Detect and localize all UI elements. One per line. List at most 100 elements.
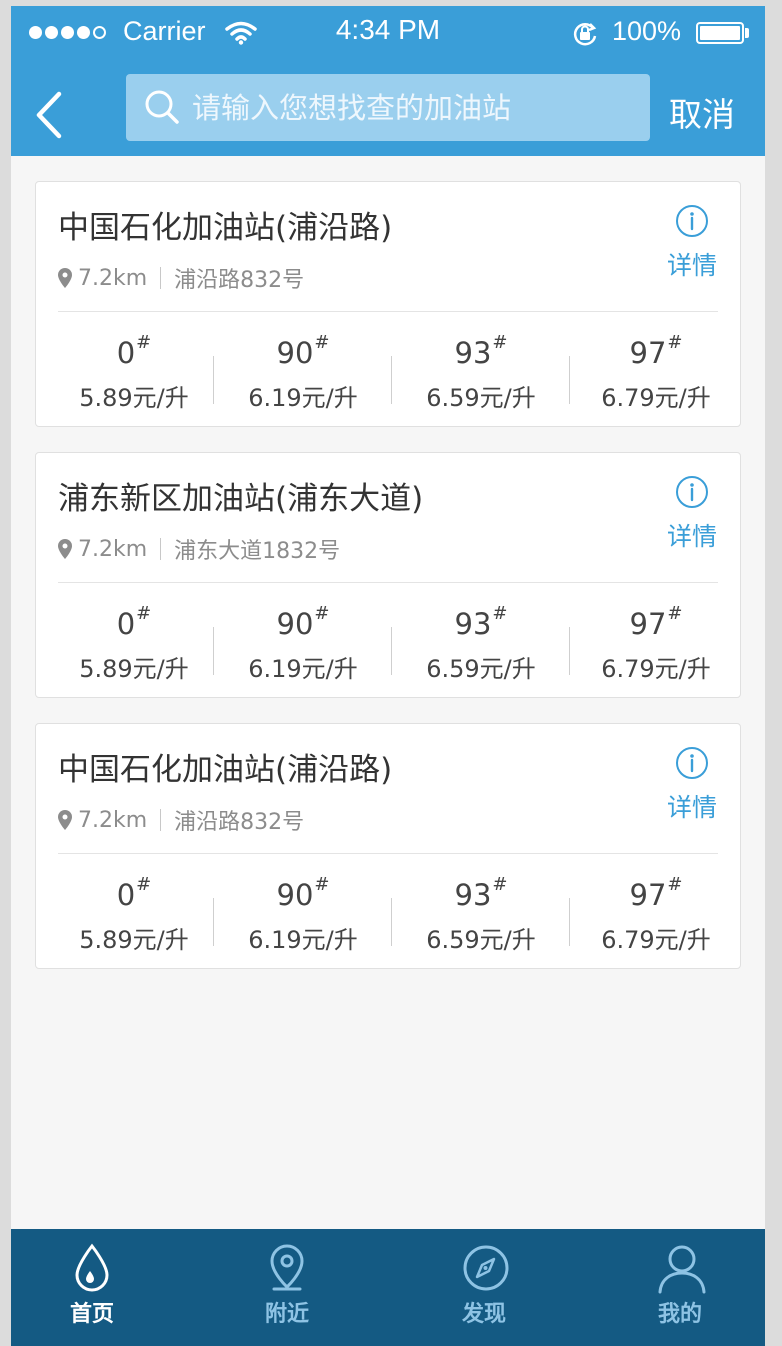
grade-mark: # bbox=[492, 603, 508, 625]
tab-label: 我的 bbox=[657, 1302, 702, 1327]
grade-mark: # bbox=[667, 874, 683, 896]
fuel-price-item: 0# 5.89元/升 bbox=[54, 583, 214, 699]
fuel-price: 6.19元/升 bbox=[248, 384, 358, 412]
station-card[interactable]: 中国石化加油站(浦沿路) 7.2km 浦沿路832号 详情 0# 5.89元/升 bbox=[35, 181, 741, 427]
user-icon bbox=[658, 1245, 706, 1294]
fuel-price: 6.59元/升 bbox=[426, 384, 536, 412]
station-name: 中国石化加油站(浦沿路) bbox=[58, 210, 393, 246]
grade-mark: # bbox=[136, 874, 152, 896]
fuel-grade: 90# bbox=[276, 332, 330, 370]
station-distance: 7.2km bbox=[78, 265, 148, 291]
detail-button[interactable]: 详情 bbox=[664, 475, 720, 553]
fuel-price: 6.59元/升 bbox=[426, 926, 536, 954]
fuel-grade: 97# bbox=[629, 332, 683, 370]
fuel-price-row: 0# 5.89元/升 90# 6.19元/升 93# 6.59元/升 97# 6… bbox=[36, 583, 742, 699]
fuel-grade: 93# bbox=[454, 874, 508, 912]
fuel-price-item: 93# 6.59元/升 bbox=[392, 854, 570, 970]
drop-icon bbox=[75, 1243, 109, 1292]
grade-mark: # bbox=[492, 874, 508, 896]
detail-label: 详情 bbox=[666, 522, 717, 551]
fuel-price-item: 90# 6.19元/升 bbox=[214, 583, 392, 699]
meta-separator bbox=[160, 267, 162, 289]
station-meta: 7.2km 浦沿路832号 bbox=[58, 262, 304, 294]
info-icon bbox=[676, 747, 708, 779]
back-icon[interactable] bbox=[31, 90, 71, 140]
fuel-price-item: 93# 6.59元/升 bbox=[392, 312, 570, 428]
rotation-lock-icon bbox=[573, 23, 597, 46]
cancel-button[interactable]: 取消 bbox=[669, 88, 735, 136]
meta-separator bbox=[160, 538, 162, 560]
location-pin-icon bbox=[58, 268, 72, 288]
grade-mark: # bbox=[492, 332, 508, 354]
battery-icon bbox=[696, 22, 744, 44]
fuel-price-row: 0# 5.89元/升 90# 6.19元/升 93# 6.59元/升 97# 6… bbox=[36, 854, 742, 970]
info-icon bbox=[676, 205, 708, 237]
station-distance: 7.2km bbox=[78, 807, 148, 833]
grade-mark: # bbox=[314, 603, 330, 625]
fuel-grade: 97# bbox=[629, 874, 683, 912]
meta-separator bbox=[160, 809, 162, 831]
station-address: 浦沿路832号 bbox=[174, 268, 305, 293]
header-bar: Carrier 4:34 PM 100% 请输入您想找查的加油站 取消 bbox=[11, 6, 765, 156]
fuel-price: 6.79元/升 bbox=[601, 926, 711, 954]
grade-mark: # bbox=[136, 332, 152, 354]
fuel-grade: 90# bbox=[276, 874, 330, 912]
detail-label: 详情 bbox=[666, 251, 717, 280]
tab-home[interactable]: 首页 bbox=[32, 1229, 152, 1346]
grade-mark: # bbox=[667, 332, 683, 354]
fuel-grade: 90# bbox=[276, 603, 330, 641]
detail-button[interactable]: 详情 bbox=[664, 746, 720, 824]
detail-button[interactable]: 详情 bbox=[664, 204, 720, 282]
fuel-price: 5.89元/升 bbox=[79, 384, 189, 412]
search-icon bbox=[145, 90, 179, 124]
battery-tip bbox=[745, 28, 749, 38]
fuel-price-item: 90# 6.19元/升 bbox=[214, 312, 392, 428]
grade-mark: # bbox=[314, 332, 330, 354]
fuel-grade: 93# bbox=[454, 603, 508, 641]
info-icon bbox=[676, 476, 708, 508]
fuel-price: 6.19元/升 bbox=[248, 655, 358, 683]
compass-icon bbox=[463, 1245, 509, 1291]
search-bar[interactable] bbox=[126, 74, 650, 141]
status-bar: Carrier 4:34 PM 100% bbox=[11, 6, 765, 62]
fuel-grade: 0# bbox=[116, 332, 152, 370]
fuel-price-item: 97# 6.79元/升 bbox=[570, 312, 742, 428]
fuel-price: 6.79元/升 bbox=[601, 655, 711, 683]
station-card[interactable]: 浦东新区加油站(浦东大道) 7.2km 浦东大道1832号 详情 0# 5.89… bbox=[35, 452, 741, 698]
fuel-price-item: 93# 6.59元/升 bbox=[392, 583, 570, 699]
fuel-grade: 97# bbox=[629, 603, 683, 641]
fuel-price-item: 90# 6.19元/升 bbox=[214, 854, 392, 970]
fuel-price-row: 0# 5.89元/升 90# 6.19元/升 93# 6.59元/升 97# 6… bbox=[36, 312, 742, 428]
station-meta: 7.2km 浦沿路832号 bbox=[58, 804, 304, 836]
app-screen: Carrier 4:34 PM 100% 请输入您想找查的加油站 取消 中国石化… bbox=[11, 6, 765, 1346]
fuel-price: 6.19元/升 bbox=[248, 926, 358, 954]
tab-bar: 首页 附近 发现 我的 bbox=[11, 1229, 765, 1346]
search-input[interactable] bbox=[192, 74, 632, 141]
fuel-price: 5.89元/升 bbox=[79, 655, 189, 683]
fuel-price-item: 97# 6.79元/升 bbox=[570, 854, 742, 970]
station-name: 中国石化加油站(浦沿路) bbox=[58, 752, 393, 788]
fuel-grade: 0# bbox=[116, 874, 152, 912]
tab-discover[interactable]: 发现 bbox=[424, 1229, 544, 1346]
station-address: 浦东大道1832号 bbox=[174, 539, 341, 564]
station-card[interactable]: 中国石化加油站(浦沿路) 7.2km 浦沿路832号 详情 0# 5.89元/升 bbox=[35, 723, 741, 969]
fuel-grade: 0# bbox=[116, 603, 152, 641]
detail-label: 详情 bbox=[666, 793, 717, 822]
tab-profile[interactable]: 我的 bbox=[620, 1229, 740, 1346]
fuel-price: 6.79元/升 bbox=[601, 384, 711, 412]
station-distance: 7.2km bbox=[78, 536, 148, 562]
location-pin-icon bbox=[58, 539, 72, 559]
fuel-price: 5.89元/升 bbox=[79, 926, 189, 954]
tab-label: 附近 bbox=[264, 1302, 309, 1327]
fuel-price-item: 97# 6.79元/升 bbox=[570, 583, 742, 699]
tab-label: 发现 bbox=[461, 1302, 506, 1327]
fuel-price-item: 0# 5.89元/升 bbox=[54, 312, 214, 428]
station-list: 中国石化加油站(浦沿路) 7.2km 浦沿路832号 详情 0# 5.89元/升 bbox=[35, 181, 741, 994]
tab-nearby[interactable]: 附近 bbox=[227, 1229, 347, 1346]
grade-mark: # bbox=[667, 603, 683, 625]
fuel-grade: 93# bbox=[454, 332, 508, 370]
fuel-price-item: 0# 5.89元/升 bbox=[54, 854, 214, 970]
station-meta: 7.2km 浦东大道1832号 bbox=[58, 533, 340, 565]
station-name: 浦东新区加油站(浦东大道) bbox=[58, 481, 424, 517]
station-address: 浦沿路832号 bbox=[174, 810, 305, 835]
